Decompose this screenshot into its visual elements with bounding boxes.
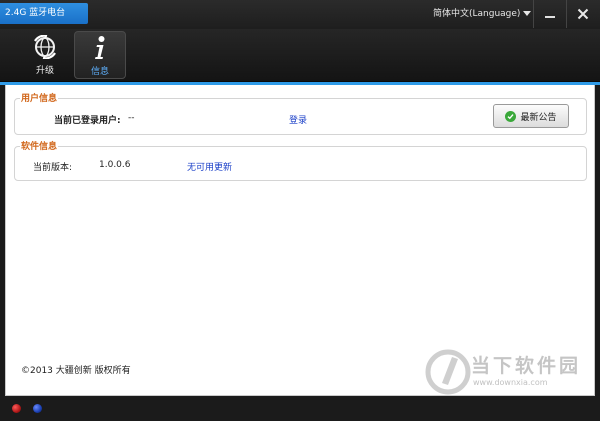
red-led-icon <box>12 404 21 413</box>
toolbar: 升级 信息 <box>0 29 600 82</box>
user-info-title: 用户信息 <box>20 93 59 105</box>
info-icon <box>87 35 113 61</box>
version-value: 1.0.0.6 <box>99 160 131 170</box>
version-label: 当前版本: <box>33 163 73 173</box>
status-bar <box>0 396 600 421</box>
toolbar-label: 信息 <box>90 67 109 77</box>
blue-led-icon <box>33 404 42 413</box>
toolbar-label: 升级 <box>35 66 54 76</box>
notice-button-label: 最新公告 <box>520 112 557 123</box>
login-link[interactable]: 登录 <box>289 113 307 126</box>
close-button[interactable] <box>567 0 599 28</box>
title-bar: 2.4G 蓝牙电台 简体中文(Language) <box>0 0 600 29</box>
update-status-link[interactable]: 无可用更新 <box>187 160 232 173</box>
copyright-text: ©2013 大疆创新 版权所有 <box>21 366 131 376</box>
current-user-value: -- <box>128 113 135 123</box>
check-circle-icon <box>505 110 517 122</box>
language-select[interactable]: 简体中文(Language) <box>433 0 532 28</box>
toolbar-upgrade-button[interactable]: 升级 <box>19 31 71 79</box>
info-panel: 用户信息 当前已登录用户: -- 登录 最新公告 软件信息 当前版本: 1.0.… <box>5 85 595 396</box>
minimize-icon <box>545 16 555 18</box>
language-label: 简体中文(Language) <box>433 9 521 19</box>
minimize-button[interactable] <box>534 0 566 28</box>
chevron-down-icon <box>523 11 532 16</box>
upgrade-globe-icon <box>32 34 58 60</box>
toolbar-info-button[interactable]: 信息 <box>74 31 126 79</box>
software-info-group: 软件信息 当前版本: 1.0.0.6 无可用更新 <box>14 141 587 181</box>
user-info-group: 用户信息 当前已登录用户: -- 登录 最新公告 <box>14 93 587 135</box>
latest-notice-button[interactable]: 最新公告 <box>493 104 569 128</box>
app-title: 2.4G 蓝牙电台 <box>0 3 88 24</box>
software-info-title: 软件信息 <box>20 141 59 153</box>
close-icon <box>577 8 589 20</box>
current-user-label: 当前已登录用户: <box>54 116 121 126</box>
